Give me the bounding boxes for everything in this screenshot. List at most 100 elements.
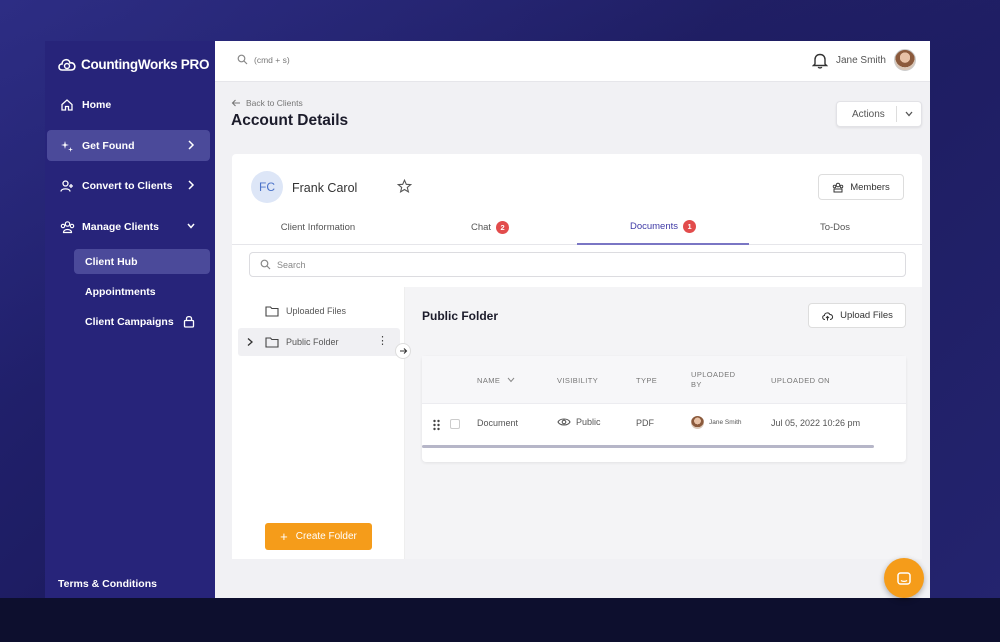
- members-icon: [832, 182, 844, 192]
- cell-name[interactable]: Document: [477, 418, 518, 428]
- client-tabs: Client Information Chat 2 Documents 1 To…: [232, 209, 922, 245]
- drag-handle-icon[interactable]: [432, 419, 442, 431]
- search-icon: [237, 54, 248, 65]
- avatar: [691, 416, 704, 429]
- account-card: FC Frank Carol Members Client Informatio…: [232, 154, 922, 559]
- sidebar-item-manage-clients[interactable]: Manage Clients: [47, 211, 210, 242]
- table-row[interactable]: Document Public PDF Jane Smith Jul 05, 2…: [422, 404, 906, 444]
- sidebar-item-appointments[interactable]: Appointments: [74, 279, 210, 304]
- user-name[interactable]: Jane Smith: [836, 55, 886, 66]
- members-label: Members: [850, 181, 890, 193]
- bell-icon[interactable]: [811, 52, 828, 69]
- user-area: Jane Smith: [811, 49, 916, 71]
- folder-icon: [265, 337, 279, 348]
- sidebar-item-label: Manage Clients: [82, 220, 160, 233]
- sidebar-item-home[interactable]: Home: [47, 89, 210, 120]
- folder-label: Uploaded Files: [286, 306, 347, 316]
- sidebar-item-get-found[interactable]: Get Found: [47, 130, 210, 161]
- cloud-logo-icon: [58, 58, 76, 71]
- chevron-right-icon: [188, 140, 195, 150]
- collapse-pane-button[interactable]: [395, 343, 411, 359]
- create-folder-button[interactable]: + Create Folder: [265, 523, 372, 550]
- users-icon: [59, 219, 75, 235]
- table-header: NAME VISIBILITY TYPE UPLOADED BY UPLOADE…: [422, 356, 906, 404]
- client-name: Frank Carol: [292, 181, 358, 195]
- folder-icon: [265, 306, 279, 317]
- chat-count-badge: 2: [496, 220, 510, 234]
- sidebar-subitem-label: Appointments: [85, 285, 156, 298]
- tab-client-information[interactable]: Client Information: [232, 209, 404, 245]
- column-header-name[interactable]: NAME: [477, 376, 515, 385]
- arrow-left-icon: [231, 99, 240, 107]
- chevron-right-icon[interactable]: [246, 337, 254, 347]
- sidebar-item-client-campaigns[interactable]: Client Campaigns: [74, 309, 210, 334]
- chevron-down-icon: [187, 223, 195, 229]
- sidebar: CountingWorks PRO Home Get Found Convert…: [45, 41, 215, 598]
- cell-uploaded-by: Jane Smith: [691, 416, 742, 429]
- document-search-placeholder: Search: [277, 259, 306, 270]
- terms-link[interactable]: Terms & Conditions: [58, 578, 157, 590]
- documents-table: NAME VISIBILITY TYPE UPLOADED BY UPLOADE…: [422, 356, 906, 462]
- cell-type: PDF: [636, 418, 654, 428]
- sidebar-item-label: Get Found: [82, 139, 135, 152]
- sidebar-item-label: Convert to Clients: [82, 179, 173, 192]
- bottom-bar: [0, 598, 1000, 642]
- column-header-uploaded-on: UPLOADED ON: [771, 376, 830, 385]
- tab-chat[interactable]: Chat 2: [404, 209, 576, 245]
- create-folder-label: Create Folder: [295, 531, 357, 542]
- tab-label: Chat: [470, 221, 492, 233]
- column-header-uploaded-by: UPLOADED BY: [691, 370, 736, 389]
- actions-label: Actions: [852, 108, 885, 120]
- tab-documents[interactable]: Documents 1: [577, 209, 749, 245]
- app-window: CountingWorks PRO Home Get Found Convert…: [45, 41, 930, 598]
- chevron-down-icon: [507, 377, 515, 383]
- search-icon: [260, 259, 271, 270]
- global-search-placeholder: (cmd + s): [254, 54, 290, 65]
- upload-files-button[interactable]: Upload Files: [808, 303, 906, 328]
- star-icon[interactable]: [397, 179, 412, 194]
- tab-label: Client Information: [280, 221, 356, 233]
- sidebar-subitem-label: Client Campaigns: [85, 315, 174, 328]
- documents-count-badge: 1: [683, 219, 697, 233]
- actions-dropdown[interactable]: Actions: [836, 101, 922, 127]
- folder-public-folder[interactable]: Public Folder ⋮: [238, 328, 400, 356]
- more-vertical-icon[interactable]: ⋮: [377, 336, 388, 347]
- horizontal-scrollbar[interactable]: [422, 445, 874, 448]
- folder-title: Public Folder: [422, 309, 499, 323]
- brand-name: CountingWorks PRO: [81, 56, 210, 72]
- chat-icon: [897, 571, 911, 585]
- arrow-right-icon: [399, 348, 407, 354]
- sparkle-icon: [59, 138, 75, 154]
- tab-to-dos[interactable]: To-Dos: [749, 209, 921, 245]
- back-to-clients-link[interactable]: Back to Clients: [231, 98, 303, 108]
- cloud-upload-icon: [822, 312, 834, 321]
- cell-uploaded-on: Jul 05, 2022 10:26 pm: [771, 418, 861, 428]
- document-search-input[interactable]: Search: [249, 252, 906, 277]
- sidebar-item-client-hub[interactable]: Client Hub: [74, 249, 210, 274]
- cell-visibility: Public: [557, 417, 601, 427]
- folder-uploaded-files[interactable]: Uploaded Files: [238, 297, 400, 325]
- tab-label: To-Dos: [819, 221, 851, 233]
- global-search[interactable]: (cmd + s): [237, 54, 290, 65]
- folder-pane: Uploaded Files Public Folder ⋮ + Create …: [232, 287, 405, 559]
- column-header-visibility: VISIBILITY: [557, 376, 599, 385]
- support-chat-button[interactable]: [884, 558, 924, 598]
- upload-files-label: Upload Files: [840, 310, 893, 321]
- chevron-down-icon: [897, 110, 921, 118]
- avatar[interactable]: [894, 49, 916, 71]
- folder-contents: Public Folder Upload Files NAME VISIBILI…: [405, 287, 922, 559]
- logo[interactable]: CountingWorks PRO: [57, 55, 209, 73]
- user-add-icon: [59, 178, 75, 194]
- row-checkbox[interactable]: [450, 419, 460, 429]
- sidebar-item-label: Home: [82, 98, 112, 111]
- members-button[interactable]: Members: [818, 174, 904, 200]
- topbar: (cmd + s) Jane Smith: [215, 41, 930, 82]
- home-icon: [59, 97, 75, 113]
- tab-label: Documents: [629, 220, 679, 232]
- column-header-type: TYPE: [636, 376, 658, 385]
- chevron-right-icon: [188, 180, 195, 190]
- eye-icon: [557, 418, 571, 426]
- folder-label: Public Folder: [286, 337, 339, 347]
- page-title: Account Details: [231, 112, 349, 129]
- sidebar-item-convert-to-clients[interactable]: Convert to Clients: [47, 170, 210, 201]
